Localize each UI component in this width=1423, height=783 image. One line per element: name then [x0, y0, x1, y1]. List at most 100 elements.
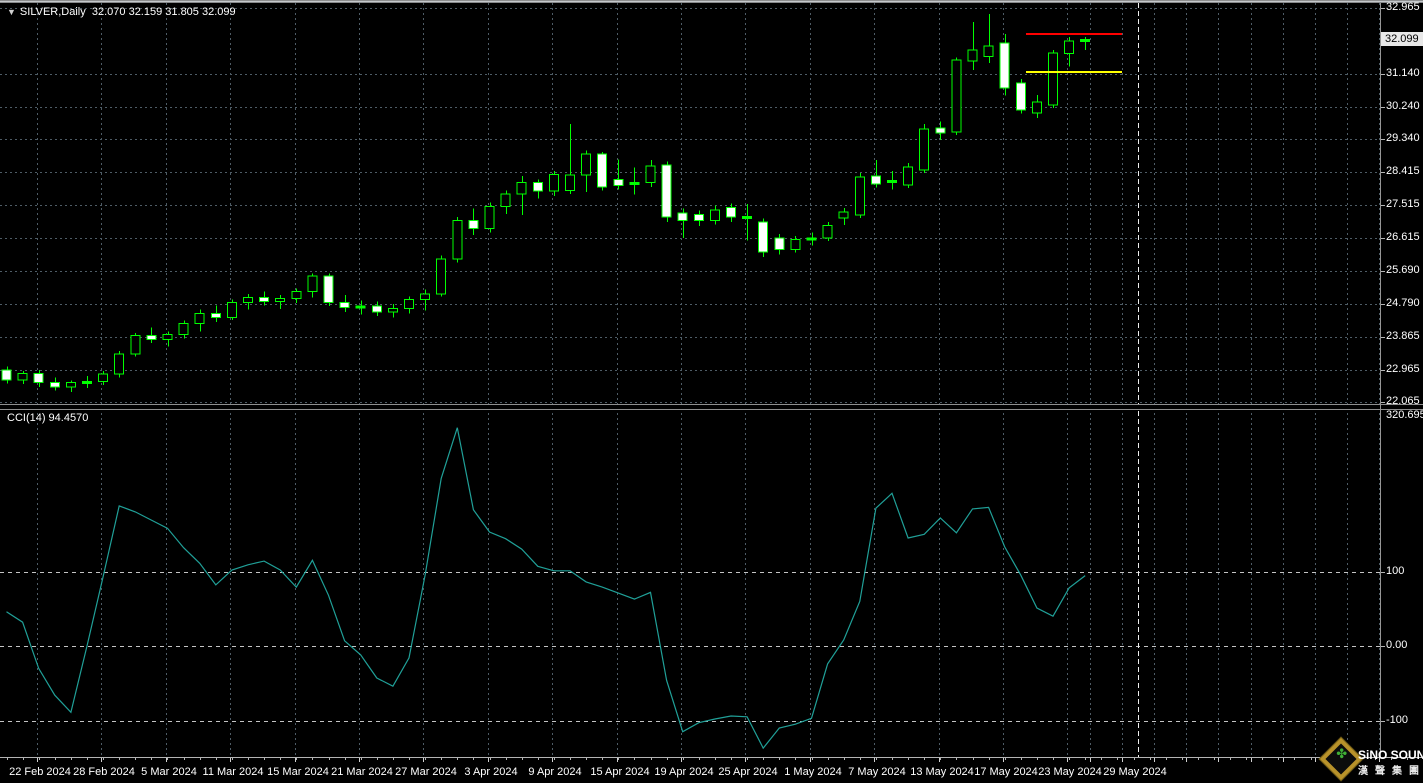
candle-body [677, 212, 688, 222]
candle-body [1080, 38, 1091, 42]
candle-body [1064, 40, 1075, 55]
candle-body [484, 205, 495, 230]
time-axis-label: 13 May 2024 [910, 766, 974, 778]
panel-separator[interactable] [0, 404, 1423, 410]
candle-body [98, 373, 109, 383]
candle-body [452, 220, 463, 260]
candle-body [967, 49, 978, 62]
candle-body [226, 301, 237, 319]
candle-body [709, 209, 720, 222]
price-axis-label: 22.065 [1386, 395, 1420, 407]
price-axis-border [1380, 3, 1381, 757]
candle-body [693, 214, 704, 222]
time-axis-label: 15 Apr 2024 [590, 766, 650, 778]
candle-body [404, 299, 414, 310]
candle-body [645, 165, 656, 183]
candle-body [983, 45, 994, 58]
candle-body [597, 153, 608, 188]
time-axis-label: 23 May 2024 [1038, 766, 1102, 778]
candle-body [661, 164, 672, 218]
time-axis-label: 15 Mar 2024 [267, 766, 329, 778]
candle-body [291, 291, 302, 299]
candle-body [371, 305, 382, 313]
brand-name-cjk: 漢聲集團 [1358, 766, 1423, 777]
cci-axis-label: 100 [1386, 565, 1405, 577]
brand-watermark: ✤ SiNO SOUND16 漢聲集團 [1319, 737, 1423, 781]
candle-body [854, 176, 865, 216]
candle-body [919, 128, 930, 171]
candle-body [758, 221, 769, 253]
candle-body [516, 181, 527, 195]
candle-body [323, 275, 334, 303]
price-axis-label: 24.790 [1386, 297, 1420, 309]
symbol-title: SILVER,Daily [19, 6, 86, 18]
time-axis-label: 22 Feb 2024 [9, 766, 71, 778]
chevron-down-icon[interactable]: ▼ [7, 7, 16, 17]
time-axis-label: 17 May 2024 [974, 766, 1038, 778]
candle-body [194, 312, 205, 324]
symbol-header: ▼ SILVER,Daily 32.070 32.159 31.805 32.09… [7, 6, 236, 18]
candle-body [49, 382, 60, 388]
candle-body [1, 369, 12, 381]
candle-body [420, 293, 431, 301]
price-axis-label: 27.515 [1386, 198, 1420, 210]
candle-body [65, 382, 76, 388]
candle-body [17, 373, 28, 381]
time-axis-label: 11 Mar 2024 [202, 766, 264, 778]
indicator-label: CCI(14) 94.4570 [7, 412, 89, 424]
candle-body [774, 237, 785, 251]
time-axis-label: 3 Apr 2024 [464, 766, 518, 778]
candle-body [500, 193, 511, 207]
candle-body [887, 179, 897, 183]
price-axis-label: 23.865 [1386, 330, 1420, 342]
candle-body [951, 59, 962, 133]
time-axis-label: 1 May 2024 [784, 766, 842, 778]
clover-icon: ✤ [1336, 746, 1348, 762]
time-axis-label: 25 Apr 2024 [718, 766, 778, 778]
candle-body [838, 211, 849, 219]
time-axis-label: 27 Mar 2024 [395, 766, 457, 778]
current-price-tag: 32.099 [1381, 32, 1423, 46]
candle-body [210, 312, 221, 319]
candle-body [1048, 52, 1058, 106]
candle-body [468, 220, 479, 230]
time-axis-label: 5 Mar 2024 [141, 766, 197, 778]
candle-body [629, 181, 640, 185]
candle-body [339, 301, 350, 309]
price-axis-label: 25.690 [1386, 264, 1420, 276]
candle-body [1015, 82, 1026, 111]
brand-logo-icon: ✤ [1319, 737, 1363, 781]
price-axis-label: 31.140 [1386, 67, 1420, 79]
price-axis-label: 29.340 [1386, 132, 1420, 144]
time-axis-label: 19 Apr 2024 [654, 766, 714, 778]
candle-body [565, 174, 575, 191]
candle-body [259, 296, 270, 303]
chart-canvas[interactable] [0, 0, 1423, 783]
candle-body [999, 42, 1010, 89]
candle-body [613, 179, 624, 187]
candle-body [903, 166, 914, 186]
candle-body [790, 239, 801, 251]
candle-body [1031, 101, 1042, 114]
cci-line [6, 427, 1086, 750]
time-axis-label: 28 Feb 2024 [73, 766, 135, 778]
candle-body [307, 275, 318, 293]
price-axis-label: 22.965 [1386, 363, 1420, 375]
candle-body [726, 207, 736, 218]
candle-body [935, 127, 946, 134]
candle-body [275, 297, 286, 303]
candle-body [178, 322, 189, 335]
candle-body [387, 308, 398, 313]
candle-body [870, 175, 881, 185]
candle-body [355, 305, 366, 309]
candle-body [806, 237, 817, 241]
time-axis-label: 29 May 2024 [1103, 766, 1167, 778]
time-axis-label: 9 Apr 2024 [528, 766, 582, 778]
candle-body [581, 153, 592, 176]
candle-body [436, 258, 447, 295]
candle-body [146, 335, 157, 340]
candle-body [162, 333, 173, 340]
price-axis-label: 32.965 [1386, 1, 1420, 13]
candle-body [130, 335, 141, 355]
price-axis-label: 26.615 [1386, 231, 1420, 243]
